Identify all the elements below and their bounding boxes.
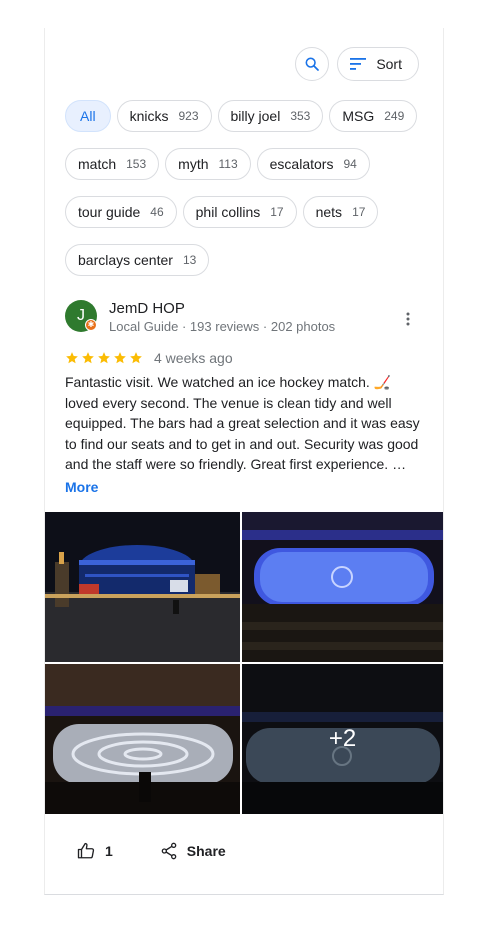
chip-msg[interactable]: MSG 249 [329,100,418,132]
chip-billy-joel[interactable]: billy joel 353 [217,100,324,132]
chip-count: 353 [290,109,311,123]
avatar-letter: J [77,307,85,324]
review-photos: +2 [45,512,443,814]
chip-label: phil collins [195,204,261,220]
local-guide-badge-icon: ✱ [85,319,97,331]
review-photo[interactable] [242,512,443,662]
chip-phil-collins[interactable]: phil collins 17 [182,196,297,228]
like-count: 1 [105,843,113,859]
star-icon [98,352,110,364]
chip-count: 17 [270,205,284,219]
star-icon [130,352,142,364]
chip-label: nets [315,204,343,220]
star-rating [65,351,143,365]
chip-count: 46 [150,205,164,219]
chip-label: All [80,108,96,124]
chip-barclays-center[interactable]: barclays center 13 [65,244,210,276]
review-date: 4 weeks ago [154,350,233,366]
more-options-icon[interactable] [405,311,411,327]
sort-button[interactable]: Sort [337,47,419,81]
chip-label: tour guide [78,204,141,220]
chip-label: escalators [269,156,334,172]
chip-label: billy joel [230,108,281,124]
chip-count: 94 [343,157,357,171]
review-photo-more[interactable]: +2 [242,664,443,814]
review-toolbar: Sort [295,47,419,81]
more-photos-count: +2 [242,664,443,814]
chip-match[interactable]: match 153 [65,148,160,180]
like-button[interactable]: 1 [77,842,113,860]
review-text: Fantastic visit. We watched an ice hocke… [65,374,420,472]
chip-count: 13 [182,253,197,267]
chip-escalators[interactable]: escalators 94 [256,148,370,180]
chip-count: 923 [178,109,199,123]
review-photo[interactable] [45,664,240,814]
review-photo[interactable] [45,512,240,662]
chip-count: 113 [218,157,238,171]
share-icon [161,842,177,860]
star-icon [82,352,94,364]
rating-row: 4 weeks ago [65,350,233,366]
share-label: Share [186,843,226,859]
reviewer-name[interactable]: JemD HOP [109,300,185,317]
chip-myth[interactable]: myth 113 [165,148,251,180]
sort-label: Sort [376,56,402,72]
arena-exterior-image [45,512,240,662]
sort-icon [350,58,367,70]
reviewer-meta: Local Guide · 193 reviews · 202 photos [109,319,336,334]
chip-nets[interactable]: nets 17 [302,196,379,228]
thumbs-up-icon [77,842,95,859]
share-button[interactable]: Share [161,842,226,860]
chip-label: MSG [342,108,375,124]
review-actions: 1 Share [77,842,226,860]
chip-label: barclays center [78,252,173,268]
chip-label: myth [178,156,209,172]
star-icon [114,352,126,364]
search-reviews-button[interactable] [295,47,330,81]
chip-count: 17 [352,205,366,219]
chip-tour-guide[interactable]: tour guide 46 [65,196,177,228]
more-link[interactable]: More [65,479,98,495]
topic-chips: All knicks 923 billy joel 353 MSG 249 ma… [65,100,435,276]
review-panel: Sort All knicks 923 billy joel 353 MSG 2… [44,28,444,895]
search-icon [305,57,320,71]
chip-knicks[interactable]: knicks 923 [116,100,212,132]
chip-label: match [78,156,117,172]
chip-all[interactable]: All [65,100,111,132]
chip-count: 249 [384,109,405,123]
ice-rink-pattern-image [45,664,240,814]
chip-count: 153 [126,157,147,171]
star-icon [66,352,78,364]
chip-label: knicks [129,108,169,124]
ice-rink-image [242,512,443,662]
